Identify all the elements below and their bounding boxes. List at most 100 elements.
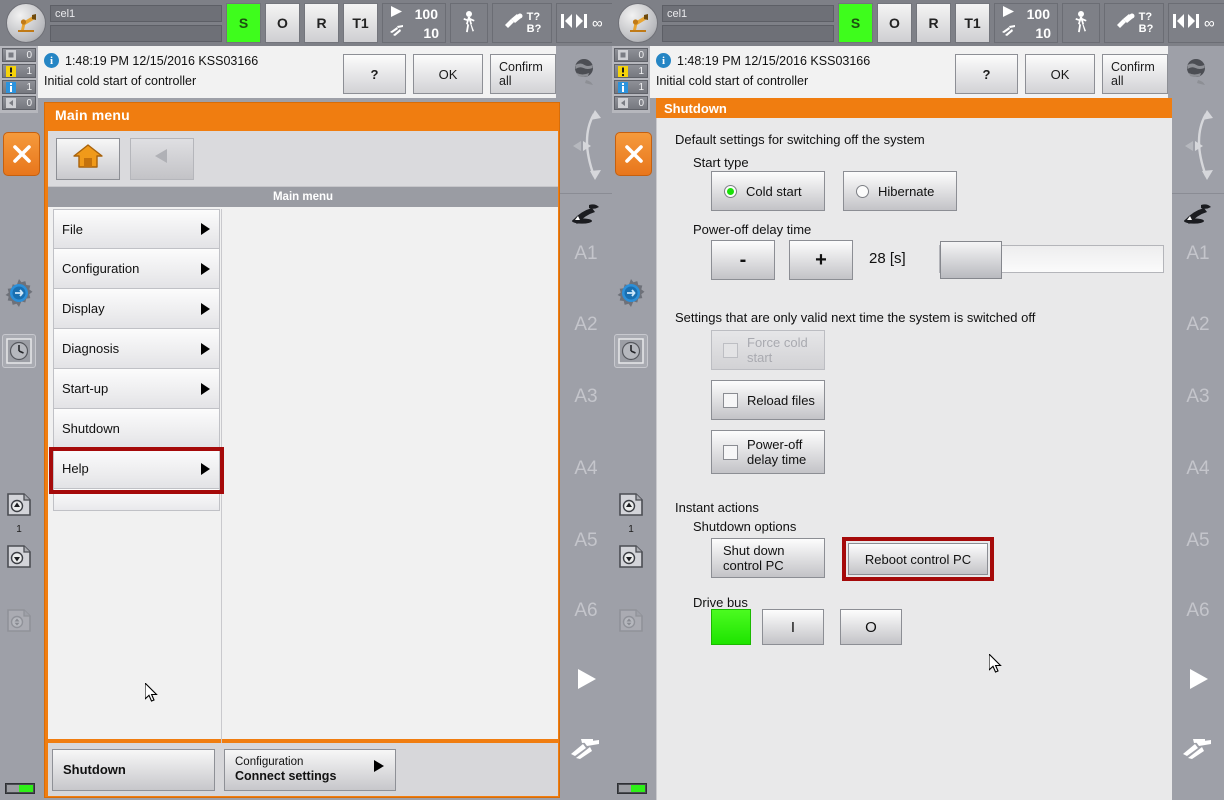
sidebar-item-configuration[interactable]: Configuration xyxy=(53,249,220,289)
list-item[interactable]: 0 xyxy=(2,96,36,110)
hand-jog-icon[interactable] xyxy=(1172,738,1224,762)
status-robot-interpreter[interactable]: R xyxy=(304,3,339,43)
confirm-all-button[interactable]: Confirm all xyxy=(490,54,556,94)
option-label: Cold start xyxy=(746,183,802,199)
operating-mode-button[interactable]: T1 xyxy=(955,3,990,43)
list-item[interactable]: 0 xyxy=(2,48,36,62)
softkey-connect-settings[interactable]: Configuration Connect settings xyxy=(224,748,396,791)
power-off-delay-checkbox[interactable]: Power-off delay time xyxy=(711,430,825,474)
list-item[interactable]: 1 xyxy=(614,64,648,78)
help-button[interactable]: ? xyxy=(343,54,406,94)
delay-slider[interactable] xyxy=(939,241,1164,279)
kuka-robot-icon[interactable] xyxy=(6,3,46,43)
ok-button[interactable]: OK xyxy=(1025,54,1095,94)
start-type-label: Start type xyxy=(693,155,749,170)
status-submit-interpreter[interactable]: S xyxy=(838,3,873,43)
jog-mode-display[interactable] xyxy=(1172,98,1224,194)
pedestrian-icon[interactable] xyxy=(1062,3,1100,43)
confirm-all-button[interactable]: Confirm all xyxy=(1102,54,1168,94)
robot-name-field[interactable]: cel1 xyxy=(50,4,222,22)
close-x-icon[interactable] xyxy=(615,132,652,176)
settings-gear-icon[interactable] xyxy=(614,276,648,310)
axis-label-a6[interactable]: A6 xyxy=(560,600,612,622)
delay-decrement-button[interactable]: - xyxy=(711,240,775,280)
globe-icon[interactable] xyxy=(1168,46,1224,98)
main-menu-list: File Configuration Display Diagnosis Sta… xyxy=(53,209,220,511)
close-x-icon[interactable] xyxy=(3,132,40,176)
reload-files-checkbox[interactable]: Reload files xyxy=(711,380,825,420)
tool-base-selection[interactable]: T? B? xyxy=(492,3,552,43)
delay-increment-button[interactable]: + xyxy=(789,240,853,280)
sidebar-item-help[interactable]: Help xyxy=(53,449,220,489)
program-down-icon[interactable] xyxy=(614,540,648,574)
axis-label-a5[interactable]: A5 xyxy=(1172,530,1224,552)
shut-down-control-pc-button[interactable]: Shut down control PC xyxy=(711,538,825,578)
pedestrian-icon[interactable] xyxy=(450,3,488,43)
status-submit-interpreter[interactable]: S xyxy=(226,3,261,43)
axis-label-a1[interactable]: A1 xyxy=(560,243,612,265)
drive-bus-on-button[interactable]: I xyxy=(762,609,824,645)
settings-gear-icon[interactable] xyxy=(2,276,36,310)
axis-label-a6[interactable]: A6 xyxy=(1172,600,1224,622)
robot-name-field[interactable]: cel1 xyxy=(662,4,834,22)
status-robot-interpreter[interactable]: R xyxy=(916,3,951,43)
incremental-jog-display[interactable]: ∞ xyxy=(556,3,612,43)
incremental-jog-display[interactable]: ∞ xyxy=(1168,3,1224,43)
cold-start-option[interactable]: Cold start xyxy=(711,171,825,211)
axis-label-a3[interactable]: A3 xyxy=(1172,386,1224,408)
back-button[interactable] xyxy=(130,137,194,180)
menu-item-label: Display xyxy=(62,301,105,316)
slider-thumb[interactable] xyxy=(940,241,1002,279)
operating-mode-button[interactable]: T1 xyxy=(343,3,378,43)
globe-icon[interactable] xyxy=(556,46,612,98)
message-text-block[interactable]: i 1:48:19 PM 12/15/2016 KSS03166 Initial… xyxy=(38,46,343,88)
axis-label-a5[interactable]: A5 xyxy=(560,530,612,552)
axis-label-a2[interactable]: A2 xyxy=(1172,314,1224,336)
force-cold-start-checkbox[interactable]: Force cold start xyxy=(711,330,825,370)
checkbox-label: Reload files xyxy=(747,392,815,408)
message-text-block[interactable]: i 1:48:19 PM 12/15/2016 KSS03166 Initial… xyxy=(650,46,955,88)
hand-jog-icon[interactable] xyxy=(560,738,612,762)
program-down-icon[interactable] xyxy=(2,540,36,574)
program-name-field[interactable] xyxy=(662,24,834,42)
axis-label-a4[interactable]: A4 xyxy=(1172,458,1224,480)
override-display[interactable]: 100 10 xyxy=(994,3,1058,43)
axis-label-a2[interactable]: A2 xyxy=(560,314,612,336)
play-icon[interactable] xyxy=(560,666,612,692)
tool-base-selection[interactable]: T? B? xyxy=(1104,3,1164,43)
program-name-field[interactable] xyxy=(50,24,222,42)
jog-coordinate-icon[interactable] xyxy=(1172,202,1224,226)
drive-bus-off-button[interactable]: O xyxy=(840,609,902,645)
program-up-icon[interactable] xyxy=(2,488,36,522)
sidebar-item-diagnosis[interactable]: Diagnosis xyxy=(53,329,220,369)
list-item[interactable]: 1 xyxy=(2,80,36,94)
list-item[interactable]: 0 xyxy=(614,96,648,110)
axis-label-a3[interactable]: A3 xyxy=(560,386,612,408)
jog-mode-display[interactable] xyxy=(560,98,612,194)
override-display[interactable]: 100 10 xyxy=(382,3,446,43)
sidebar-item-start-up[interactable]: Start-up xyxy=(53,369,220,409)
status-drives-ready[interactable]: O xyxy=(877,3,912,43)
sidebar-item-display[interactable]: Display xyxy=(53,289,220,329)
kuka-robot-icon[interactable] xyxy=(618,3,658,43)
list-item[interactable]: 0 xyxy=(614,48,648,62)
clock-icon[interactable] xyxy=(614,334,648,368)
sidebar-item-file[interactable]: File xyxy=(53,209,220,249)
status-drives-ready[interactable]: O xyxy=(265,3,300,43)
ok-button[interactable]: OK xyxy=(413,54,483,94)
jog-coordinate-icon[interactable] xyxy=(560,202,612,226)
play-icon[interactable] xyxy=(1172,666,1224,692)
hibernate-option[interactable]: Hibernate xyxy=(843,171,957,211)
list-item[interactable]: 1 xyxy=(614,80,648,94)
home-button[interactable] xyxy=(56,137,120,180)
softkey-shutdown[interactable]: Shutdown xyxy=(52,748,215,791)
axis-label-a1[interactable]: A1 xyxy=(1172,243,1224,265)
axis-label-a4[interactable]: A4 xyxy=(560,458,612,480)
list-item[interactable]: 1 xyxy=(2,64,36,78)
help-button[interactable]: ? xyxy=(955,54,1018,94)
reboot-control-pc-button[interactable]: Reboot control PC xyxy=(848,543,988,575)
clock-icon[interactable] xyxy=(2,334,36,368)
checkbox-label: Power-off delay time xyxy=(747,437,807,467)
program-up-icon[interactable] xyxy=(614,488,648,522)
sidebar-item-shutdown[interactable]: Shutdown xyxy=(53,409,220,449)
